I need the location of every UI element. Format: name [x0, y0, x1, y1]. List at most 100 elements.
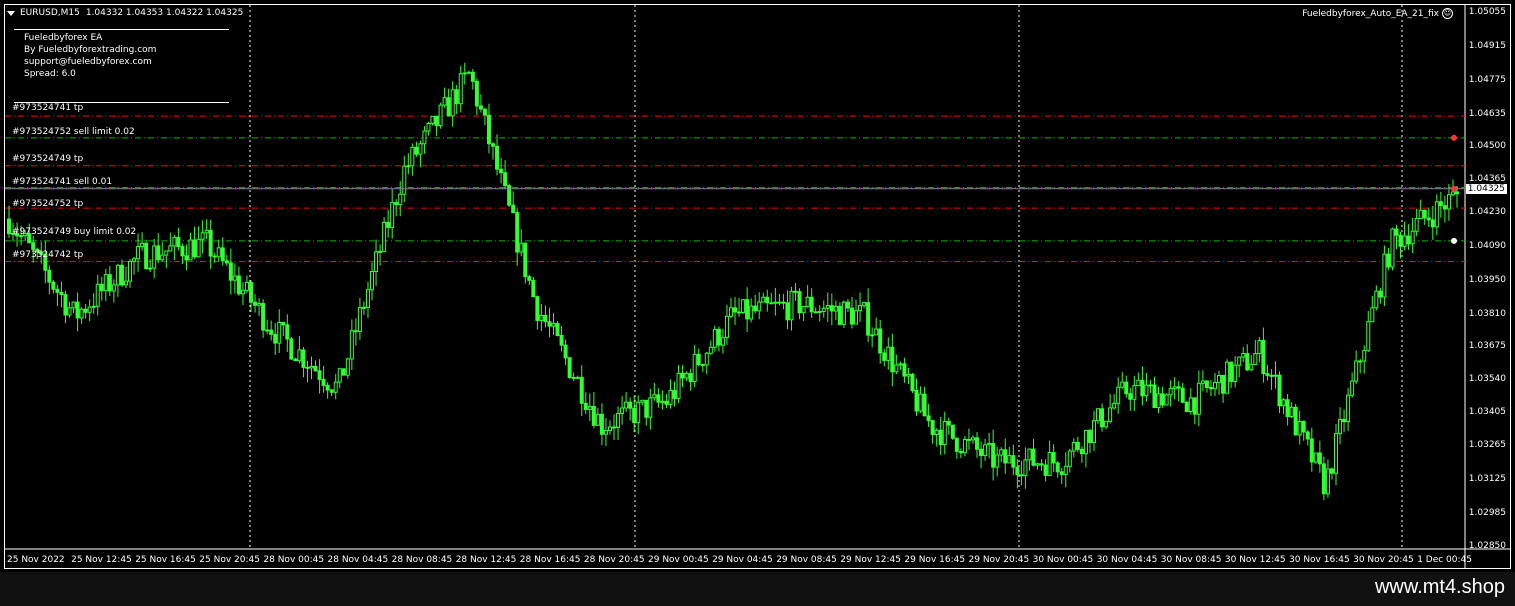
candle-body: [172, 237, 177, 247]
candle-body: [1164, 394, 1169, 406]
order-label[interactable]: #973524742 tp: [12, 250, 83, 261]
candle-body: [817, 310, 822, 313]
order-label[interactable]: #973524741 tp: [12, 103, 83, 114]
candle-body: [365, 289, 370, 308]
candle-body: [99, 283, 104, 292]
candle-body: [446, 97, 451, 117]
candle-body: [1196, 382, 1201, 415]
candle-body: [333, 381, 338, 393]
candle-body: [430, 115, 435, 125]
candle-body: [1096, 408, 1101, 422]
price-tick-label: 1.03950: [1468, 274, 1506, 285]
candle-body: [1217, 374, 1222, 383]
candle-body: [1083, 429, 1088, 455]
candle-body: [1039, 463, 1044, 466]
candle-body: [991, 443, 996, 468]
candle-body: [1047, 451, 1052, 476]
candle-body: [543, 315, 548, 323]
candle-body: [1156, 393, 1161, 409]
candle-body: [1031, 448, 1036, 466]
order-label[interactable]: #973524749 buy limit 0.02: [12, 227, 136, 238]
order-label[interactable]: #973524752 sell limit 0.02: [12, 127, 135, 138]
candle-body: [1398, 234, 1403, 247]
order-label[interactable]: #973524749 tp: [12, 154, 83, 165]
time-tick-label: 28 Nov 20:45: [583, 555, 645, 565]
order-label[interactable]: #973524752 tp: [12, 199, 83, 210]
candle-body: [414, 146, 419, 155]
candle-body: [676, 372, 681, 399]
candle-body: [1426, 217, 1431, 221]
candle-body: [357, 307, 362, 333]
candle-body: [454, 89, 459, 105]
candle-body: [1455, 191, 1459, 195]
time-tick-label: 29 Nov 12:45: [840, 555, 901, 565]
candle-body: [547, 321, 552, 327]
time-tick-label: 28 Nov 04:45: [327, 555, 389, 565]
candle-body: [620, 407, 625, 415]
candle-body: [995, 454, 1000, 468]
candle-body: [478, 105, 483, 110]
candle-body: [672, 390, 677, 399]
candle-body: [660, 400, 665, 403]
candle-body: [527, 276, 532, 281]
candle-body: [1168, 388, 1173, 396]
candle-body: [708, 346, 713, 354]
candle-body: [946, 420, 951, 426]
candle-body: [59, 291, 64, 296]
dropdown-triangle-icon[interactable]: [7, 11, 15, 16]
candle-body: [902, 363, 907, 377]
footer-bar: www.mt4.shop: [0, 572, 1515, 606]
symbol-label: EURUSD,M15: [20, 8, 80, 18]
candle-body: [438, 104, 443, 127]
price-chart[interactable]: [5, 5, 1511, 569]
order-label[interactable]: #973524741 sell 0.01: [12, 177, 112, 188]
candle-body: [966, 438, 971, 441]
candle-body: [374, 251, 379, 272]
candle-body: [1265, 373, 1270, 376]
candle-body: [1329, 468, 1334, 474]
candle-body: [821, 307, 826, 312]
candle-body: [398, 193, 403, 206]
candle-body: [1237, 356, 1242, 366]
candle-body: [491, 143, 496, 147]
candle-body: [285, 324, 290, 340]
time-tick-label: 29 Nov 04:45: [712, 555, 773, 565]
candle-body: [1285, 399, 1290, 418]
candle-body: [999, 449, 1004, 456]
chart-window[interactable]: EURUSD,M15 1.04332 1.04353 1.04322 1.043…: [4, 4, 1511, 569]
candle-body: [1192, 397, 1197, 415]
candle-body: [132, 258, 137, 262]
candle-body: [1075, 441, 1080, 450]
candle-body: [325, 384, 330, 391]
candle-body: [858, 305, 863, 312]
candle-body: [644, 399, 649, 418]
candle-body: [829, 305, 834, 312]
candle-body: [1245, 352, 1250, 371]
candle-body: [753, 305, 758, 312]
candle-body: [224, 260, 229, 264]
candle-body: [87, 306, 92, 313]
candle-body: [1313, 452, 1318, 463]
candle-body: [257, 303, 262, 306]
candle-body: [128, 260, 133, 282]
candle-body: [1390, 228, 1395, 268]
candle-body: [1338, 419, 1343, 435]
candle-body: [1176, 386, 1181, 389]
price-tick-label: 1.03810: [1468, 308, 1506, 319]
expert-advisor-label[interactable]: Fueledbyforex_Auto_EA_21_fix ☺: [1302, 8, 1453, 19]
candle-body: [196, 238, 201, 258]
candle-body: [1120, 381, 1125, 388]
candle-body: [1108, 407, 1113, 422]
candle-body: [656, 394, 661, 403]
candle-body: [1430, 219, 1435, 228]
candle-body: [474, 80, 479, 107]
candle-body: [317, 370, 322, 380]
candle-body: [841, 301, 846, 325]
candle-body: [309, 365, 314, 369]
candle-body: [1402, 235, 1407, 247]
candle-body: [1297, 420, 1302, 436]
candle-body: [878, 328, 883, 354]
candle-body: [1091, 420, 1096, 443]
candle-body: [1233, 364, 1238, 382]
candle-body: [434, 115, 439, 127]
